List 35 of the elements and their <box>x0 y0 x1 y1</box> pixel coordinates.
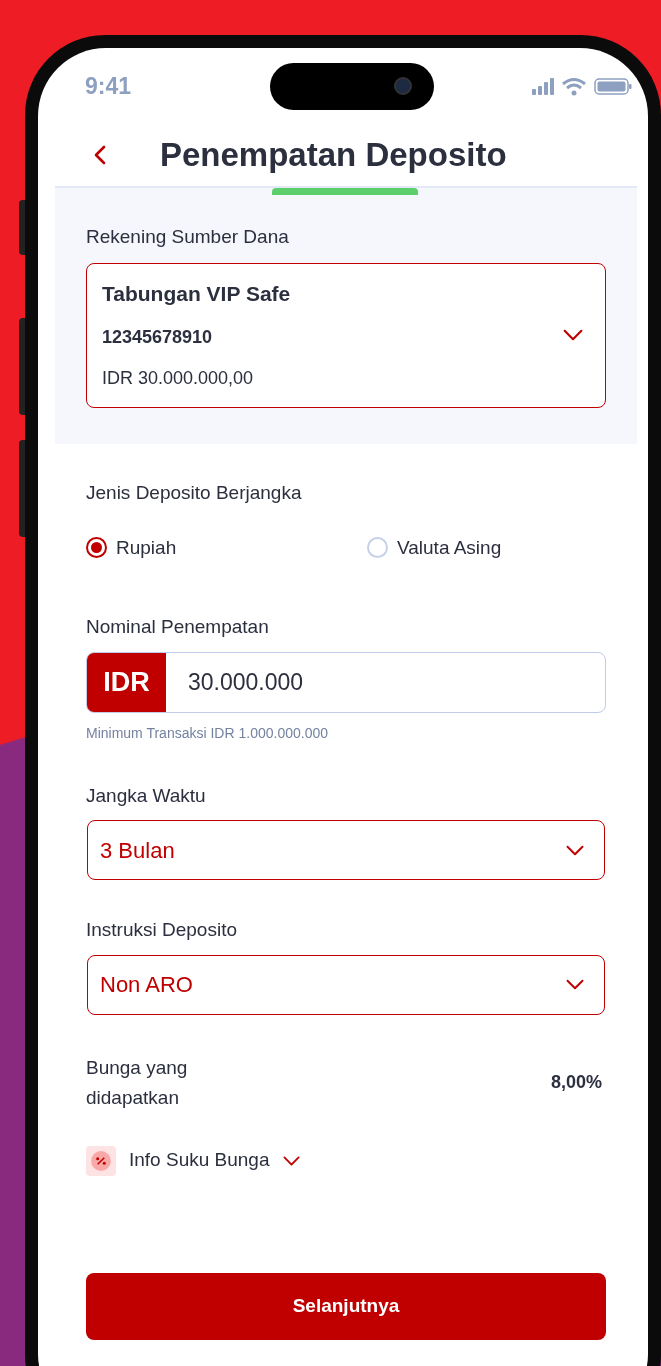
chevron-down-icon <box>282 1155 300 1166</box>
chevron-down-icon <box>566 844 584 856</box>
account-name: Tabungan VIP Safe <box>102 281 291 308</box>
wifi-icon <box>562 76 586 96</box>
account-balance: IDR 30.000.000,00 <box>102 366 255 390</box>
field-label: Jangka Waktu <box>85 783 207 808</box>
back-icon <box>94 145 106 165</box>
page-title: Penempatan Deposito <box>160 135 507 176</box>
rate-info-toggle[interactable]: Info Suku Bunga <box>86 1145 300 1176</box>
dropdown-field[interactable]: Non ARO <box>87 954 605 1015</box>
interest-rate: 8,00% <box>550 1071 602 1094</box>
chevron-down-icon <box>566 979 584 990</box>
status-time: 9:41 <box>85 71 132 101</box>
field-label: Nominal Penempatan <box>85 615 270 639</box>
field-label: Jenis Deposito Berjangka <box>85 481 303 505</box>
hint-text: Minimum Transaksi IDR 1.000.000.000 <box>86 723 329 743</box>
next-button[interactable]: Selanjutnya <box>86 1272 606 1340</box>
account-number: 12345678910 <box>102 325 214 349</box>
radio-icon <box>86 537 107 559</box>
signal-icon <box>532 77 554 95</box>
interest-label: Bunga yang didapatkan <box>86 1055 189 1110</box>
account-selector[interactable]: Tabungan VIP Safe 12345678910 IDR 30.000.000,00 <box>86 262 606 408</box>
camera-icon <box>393 77 412 95</box>
battery-icon <box>594 77 632 95</box>
radio-option[interactable]: Rupiah <box>86 533 367 562</box>
field-label: Rekening Sumber Dana <box>86 225 290 249</box>
field-label: Instruksi Deposito <box>85 918 238 942</box>
chevron-down-icon <box>563 329 583 341</box>
percent-badge-icon <box>86 1145 116 1176</box>
currency-label: IDR <box>87 652 166 712</box>
amount-value: 30.000.000 <box>188 667 304 697</box>
radio-icon <box>367 537 388 559</box>
amount-field[interactable]: IDR 30.000.000 <box>86 651 606 713</box>
radio-option[interactable]: Valuta Asing <box>367 533 502 562</box>
dropdown-field[interactable]: 3 Bulan <box>87 820 605 880</box>
